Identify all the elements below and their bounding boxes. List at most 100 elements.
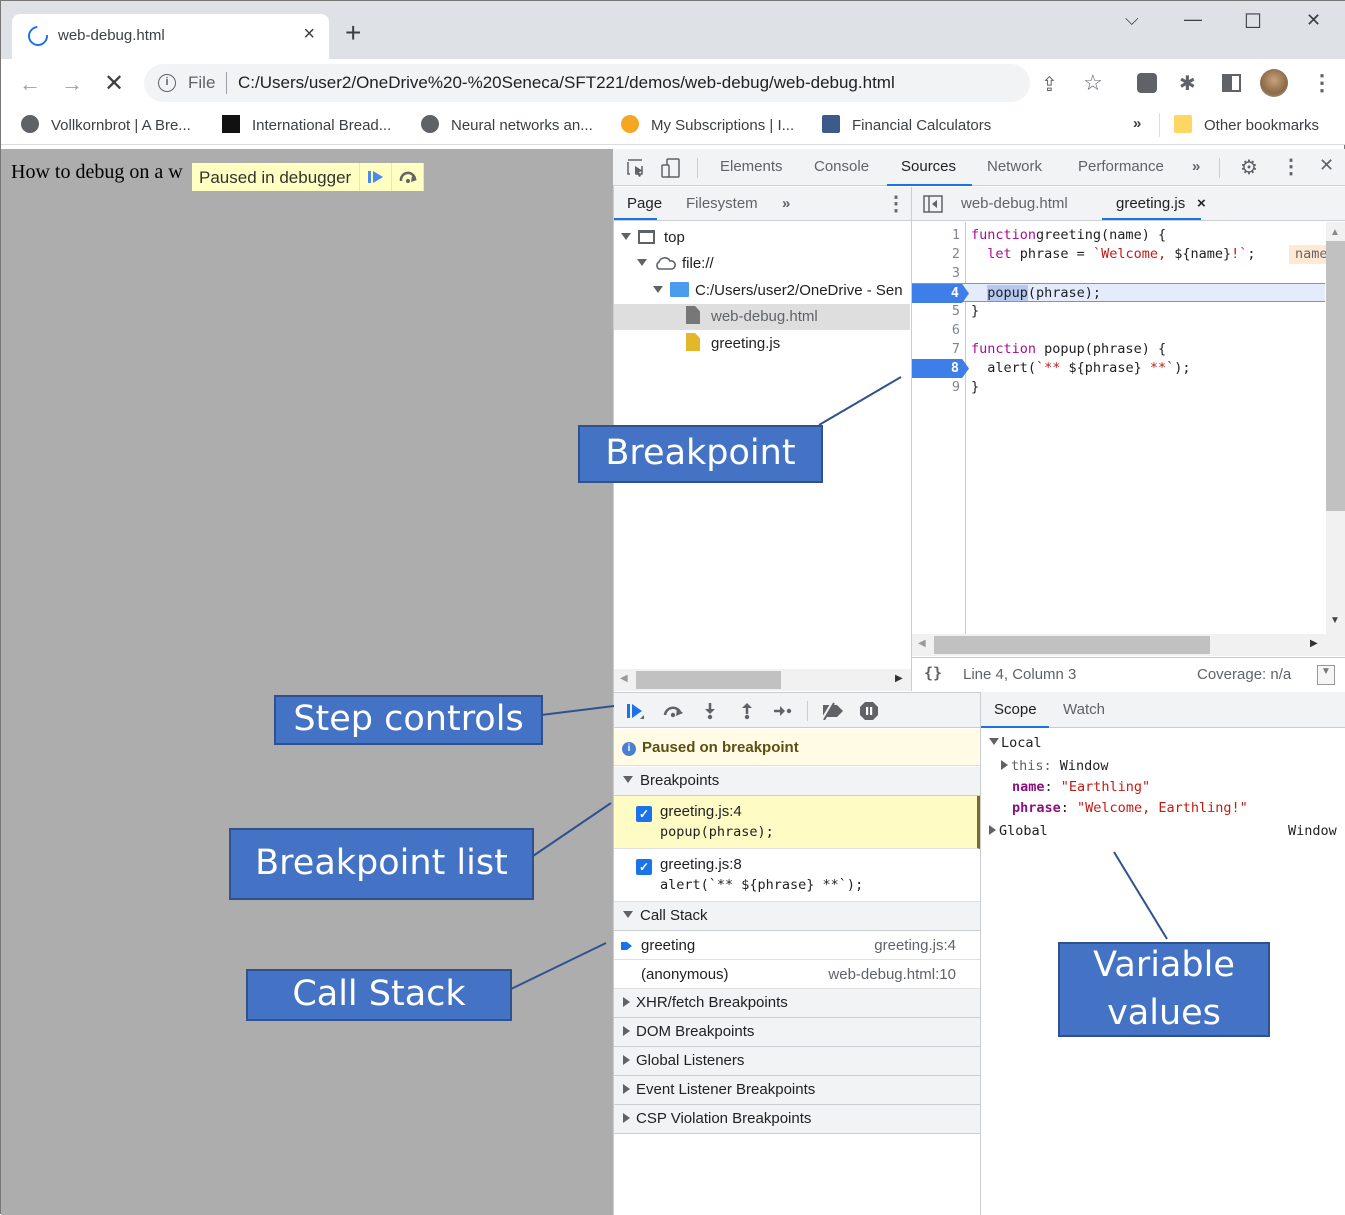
tab-close-icon[interactable]: × — [303, 23, 315, 46]
bookmark-star-icon[interactable]: ☆ — [1083, 70, 1103, 96]
code-line[interactable]: 5} — [912, 302, 1325, 321]
step-out-button[interactable] — [736, 700, 758, 722]
tree-item-top[interactable]: top — [614, 225, 910, 251]
breakpoint-marker[interactable]: 4 — [912, 284, 969, 303]
dom-breakpoints-section-header[interactable]: DOM Breakpoints — [614, 1018, 980, 1047]
line-number[interactable]: 1 — [912, 226, 960, 245]
tab-performance[interactable]: Performance — [1078, 158, 1164, 175]
settings-gear-icon[interactable]: ⚙ — [1240, 155, 1258, 180]
scroll-right-arrow-icon[interactable]: ▶ — [1310, 638, 1318, 649]
url-text[interactable]: C:/Users/user2/OneDrive%20-%20Seneca/SFT… — [238, 73, 895, 93]
line-number[interactable]: 7 — [912, 340, 960, 359]
scroll-right-arrow-icon[interactable]: ▶ — [895, 673, 903, 684]
more-tabs-button[interactable]: » — [1192, 158, 1200, 175]
editor-tab-greeting-js[interactable]: greeting.js — [1116, 195, 1185, 212]
pause-on-exceptions-button[interactable] — [858, 700, 880, 722]
close-editor-tab-icon[interactable]: × — [1197, 195, 1206, 212]
tab-network[interactable]: Network — [987, 158, 1042, 175]
tab-filesystem[interactable]: Filesystem — [686, 195, 758, 212]
tab-watch[interactable]: Watch — [1063, 701, 1105, 718]
editor-tab-web-debug-html[interactable]: web-debug.html — [961, 195, 1068, 212]
maximize-button[interactable]: ☐ — [1244, 9, 1262, 34]
forward-arrow-icon[interactable]: → — [61, 71, 83, 97]
step-into-button[interactable] — [699, 700, 721, 722]
breakpoint-item[interactable]: ✓ greeting.js:4 popup(phrase); — [614, 796, 980, 849]
event-listener-breakpoints-section-header[interactable]: Event Listener Breakpoints — [614, 1076, 980, 1105]
tree-item-file-origin[interactable]: file:// — [614, 251, 910, 277]
bookmarks-overflow-button[interactable]: » — [1133, 115, 1141, 132]
code-line[interactable]: 2 let phrase = `Welcome, ${name}!`; name — [912, 245, 1334, 264]
breakpoints-section-header[interactable]: Breakpoints — [614, 767, 980, 796]
line-number[interactable]: 5 — [912, 302, 960, 321]
expand-triangle-icon[interactable] — [637, 259, 647, 266]
code-line[interactable]: 6 — [912, 321, 1325, 340]
scope-var-item[interactable]: name: "Earthling" — [1012, 777, 1150, 798]
tab-page[interactable]: Page — [627, 195, 662, 212]
minimize-button[interactable]: — — [1184, 9, 1202, 30]
tab-search-dropdown-icon[interactable]: ⌵ — [1125, 9, 1139, 30]
scroll-down-arrow-icon[interactable]: ▼ — [1330, 615, 1340, 626]
extension-icon[interactable] — [1137, 73, 1157, 93]
tab-sources[interactable]: Sources — [886, 158, 973, 186]
call-frame[interactable]: (anonymous) web-debug.html:10 — [614, 960, 980, 989]
breakpoint-marker[interactable]: 8 — [912, 359, 969, 378]
step-button[interactable] — [772, 700, 794, 722]
call-frame-location[interactable]: web-debug.html:10 — [828, 960, 956, 989]
toggle-navigator-icon[interactable] — [923, 195, 943, 213]
expand-triangle-icon[interactable] — [621, 233, 631, 240]
tab-console[interactable]: Console — [814, 158, 869, 175]
editor-vertical-scroll-thumb[interactable] — [1326, 241, 1345, 511]
inspect-element-icon[interactable] — [627, 159, 645, 177]
editor-horizontal-scroll-thumb[interactable] — [934, 636, 1210, 654]
bookmark-item[interactable]: Neural networks an... — [421, 115, 593, 134]
share-icon[interactable]: ⇪ — [1041, 72, 1058, 97]
tree-item-folder[interactable]: C:/Users/user2/OneDrive - Sen — [614, 278, 910, 304]
csp-violation-breakpoints-section-header[interactable]: CSP Violation Breakpoints — [614, 1105, 980, 1134]
code-line[interactable]: 8 alert(`** ${phrase} **`); — [912, 359, 1325, 378]
bookmark-item[interactable]: My Subscriptions | I... — [621, 115, 794, 134]
info-icon[interactable]: i — [158, 74, 176, 92]
back-arrow-icon[interactable]: ← — [19, 71, 41, 97]
scroll-up-arrow-icon[interactable]: ▲ — [1330, 227, 1340, 238]
bookmark-item[interactable]: Vollkornbrot | A Bre... — [21, 115, 191, 134]
close-devtools-icon[interactable]: ✕ — [1319, 155, 1334, 176]
scope-local-header[interactable]: Local — [989, 733, 1042, 754]
breakpoint-checkbox[interactable]: ✓ — [636, 859, 652, 875]
code-line[interactable]: 7 function popup(phrase) { — [912, 340, 1325, 359]
device-toolbar-icon[interactable] — [661, 158, 681, 178]
tab-elements[interactable]: Elements — [720, 158, 783, 175]
profile-avatar[interactable] — [1260, 69, 1288, 97]
line-number[interactable]: 2 — [912, 245, 960, 264]
bookmark-item[interactable]: Financial Calculators — [822, 115, 991, 134]
browser-tab[interactable]: web-debug.html × — [12, 14, 329, 59]
pretty-print-icon[interactable]: {} — [924, 664, 942, 682]
code-line[interactable]: 1 functiongreeting(name) { — [912, 226, 1325, 245]
global-listeners-section-header[interactable]: Global Listeners — [614, 1047, 980, 1076]
tree-item-greeting-js[interactable]: greeting.js — [614, 331, 910, 357]
scroll-left-arrow-icon[interactable]: ◀ — [918, 638, 926, 649]
scroll-left-arrow-icon[interactable]: ◀ — [620, 673, 628, 684]
line-number[interactable]: 6 — [912, 321, 960, 340]
step-over-button[interactable] — [392, 163, 425, 191]
scope-global-header[interactable]: Global — [989, 821, 1048, 842]
navigator-menu-kebab-icon[interactable]: ⋮ — [886, 191, 906, 216]
code-line[interactable]: 9} — [912, 378, 1325, 397]
navigator-horizontal-scroll-thumb[interactable] — [636, 671, 781, 689]
line-number[interactable]: 9 — [912, 378, 960, 397]
side-panel-icon[interactable] — [1222, 74, 1241, 92]
call-frame[interactable]: greeting greeting.js:4 — [614, 931, 980, 960]
call-frame-location[interactable]: greeting.js:4 — [874, 931, 956, 960]
step-over-button[interactable] — [662, 700, 684, 722]
menu-kebab-icon[interactable]: ⋮ — [1311, 70, 1333, 96]
deactivate-breakpoints-button[interactable] — [819, 700, 845, 722]
tree-item-web-debug-html[interactable]: web-debug.html — [614, 304, 910, 330]
expand-triangle-icon[interactable] — [653, 286, 663, 293]
line-number[interactable]: 3 — [912, 264, 960, 283]
resume-button[interactable] — [624, 700, 646, 722]
devtools-menu-kebab-icon[interactable]: ⋮ — [1281, 154, 1301, 179]
breakpoint-item[interactable]: ✓ greeting.js:8 alert(`** ${phrase} **`)… — [614, 849, 980, 902]
tab-scope[interactable]: Scope — [994, 701, 1037, 718]
code-line[interactable]: 3 — [912, 264, 1325, 283]
scope-var-item[interactable]: phrase: "Welcome, Earthling!" — [1012, 798, 1248, 819]
toggle-drawer-icon[interactable]: ▼ — [1317, 665, 1335, 685]
